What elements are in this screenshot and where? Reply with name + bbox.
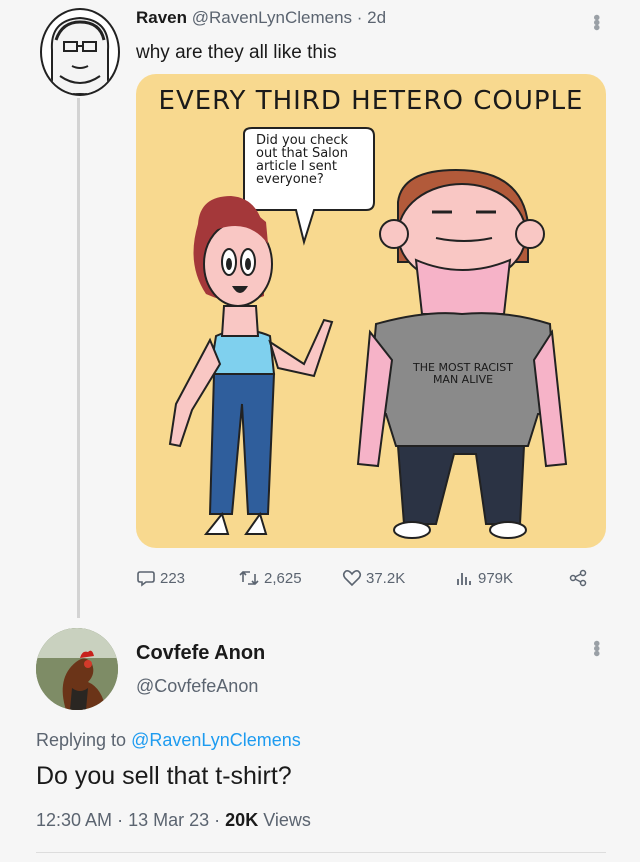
reply-user-handle[interactable]: @CovfefeAnon [136, 676, 258, 697]
display-name[interactable]: Raven [136, 8, 187, 27]
divider [36, 852, 606, 853]
separator: · [356, 8, 363, 27]
views-button[interactable]: 979K [454, 568, 513, 588]
reply-text: Do you sell that t-shirt? [36, 762, 292, 790]
views-count: 979K [478, 569, 514, 587]
heart-icon [342, 570, 362, 587]
share-icon [569, 569, 587, 587]
avatar[interactable] [36, 628, 118, 710]
avatar-rooster-photo [36, 628, 118, 710]
tweet-header: Raven @RavenLynClemens · 2d [136, 8, 386, 28]
replying-to-link[interactable]: @RavenLynClemens [131, 730, 301, 750]
reply-button[interactable]: 223 [136, 568, 185, 588]
retweet-count: 2,625 [264, 569, 302, 587]
reply-icon [137, 571, 155, 587]
replying-to-prefix: Replying to [36, 730, 127, 750]
reply-time[interactable]: 12:30 AM [36, 810, 112, 830]
reply-count: 223 [160, 569, 186, 587]
avatar-drawing [50, 16, 110, 94]
views-icon [457, 573, 471, 585]
comic-illustration [168, 127, 568, 539]
avatar[interactable] [40, 8, 120, 96]
tweet-text: why are they all like this [136, 42, 337, 63]
reply-date[interactable]: 13 Mar 23 [128, 810, 209, 830]
shirt-text: THE MOST RACIST MAN ALIVE [398, 362, 528, 386]
share-button[interactable] [568, 568, 588, 588]
reply-display-name[interactable]: Covfefe Anon [136, 642, 265, 665]
more-options-icon[interactable]: ••• [584, 14, 607, 29]
tweet-image[interactable]: EVERY THIRD HETERO COUPLE Did you check … [136, 74, 606, 548]
tweet-age[interactable]: 2d [367, 8, 386, 27]
retweet-button[interactable]: 2,625 [238, 568, 302, 588]
like-button[interactable]: 37.2K [342, 568, 405, 588]
separator: · [214, 810, 221, 830]
shirt-text-line: MAN ALIVE [432, 373, 494, 386]
like-count: 37.2K [366, 569, 406, 587]
reply-views-count: 20K [225, 810, 259, 830]
retweet-icon [239, 570, 259, 586]
reply-meta: 12:30 AM · 13 Mar 23 · 20K Views [36, 810, 311, 831]
user-handle[interactable]: @RavenLynClemens [192, 8, 352, 27]
reply-views-label: Views [263, 810, 311, 830]
separator: · [117, 810, 124, 830]
speech-bubble-line: everyone? [256, 172, 324, 187]
replying-to-line: Replying to @RavenLynClemens [36, 730, 301, 751]
speech-bubble-text: Did you check out that Salon article I s… [256, 134, 348, 186]
tweet-action-bar: 223 2,625 37.2K 979K [136, 568, 606, 592]
more-options-icon[interactable]: ••• [584, 640, 607, 655]
thread-connector-line [77, 98, 80, 618]
